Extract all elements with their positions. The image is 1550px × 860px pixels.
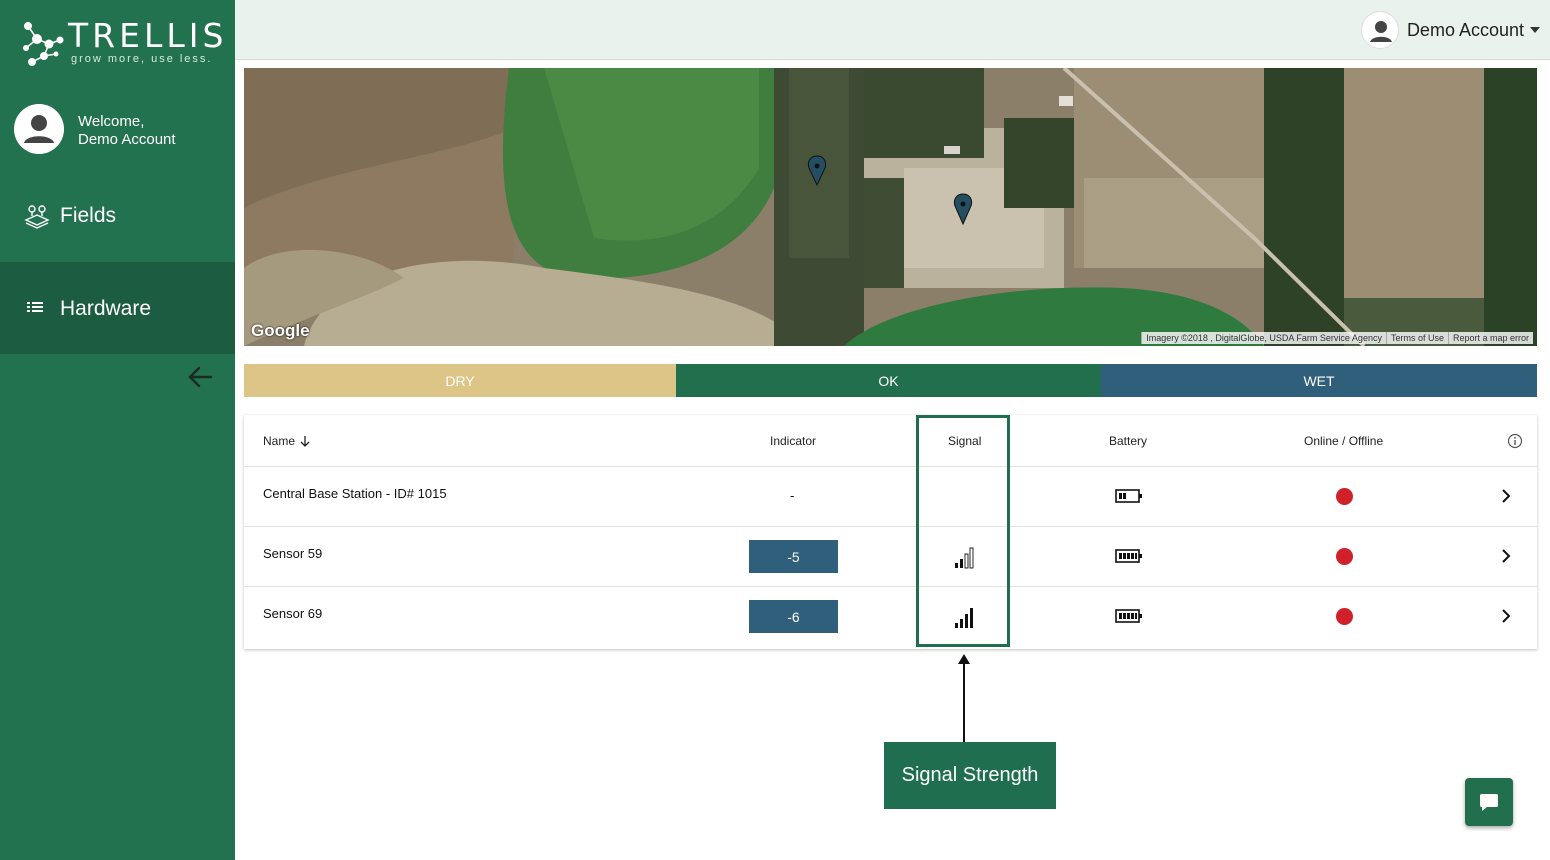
chevron-right-icon[interactable] (1499, 488, 1513, 504)
map-imagery-credit: Imagery ©2018 , DigitalGlobe, USDA Farm … (1141, 332, 1386, 344)
chevron-down-icon (1530, 27, 1540, 33)
table-header: Name Indicator Signal Battery Online / O… (244, 415, 1537, 467)
offline-status-dot (1336, 608, 1353, 625)
indicator-badge: -6 (749, 600, 838, 633)
sidebar-item-label: Fields (60, 204, 117, 227)
moisture-legend: DRY OK WET (244, 364, 1537, 397)
collapse-sidebar-button[interactable] (186, 364, 214, 390)
satellite-map[interactable]: Google Imagery ©2018 , DigitalGlobe, USD… (244, 68, 1537, 346)
sidebar: TRELLIS grow more, use less. Welcome, De… (0, 0, 235, 860)
welcome-greeting: Welcome, (78, 113, 145, 130)
welcome-text: Welcome, Demo Account (78, 113, 176, 149)
device-name: Sensor 59 (263, 546, 323, 561)
chevron-right-icon[interactable] (1499, 548, 1513, 564)
arrow-left-icon (188, 366, 213, 388)
legend-dry[interactable]: DRY (244, 364, 676, 397)
user-avatar-icon (1360, 11, 1399, 49)
logo-dots-icon (23, 22, 64, 66)
table-row[interactable]: Sensor 69 -6 (244, 587, 1537, 647)
map-imagery (244, 68, 1537, 346)
device-name: Sensor 69 (263, 606, 323, 621)
table-row[interactable]: Central Base Station - ID# 1015 - (244, 467, 1537, 527)
map-report-link[interactable]: Report a map error (1447, 332, 1533, 344)
column-header-name: Name (263, 434, 296, 448)
map-attribution: Imagery ©2018 , DigitalGlobe, USDA Farm … (1141, 332, 1533, 344)
sort-by-name-header[interactable]: Name (263, 434, 310, 448)
column-header-signal: Signal (948, 434, 982, 448)
arrow-down-icon (300, 436, 310, 447)
column-header-online-offline: Online / Offline (1304, 434, 1384, 448)
list-icon (27, 302, 43, 312)
brand-name: TRELLIS (68, 16, 228, 55)
account-name: Demo Account (1406, 19, 1524, 40)
sidebar-item-hardware[interactable]: Hardware (0, 262, 235, 354)
signal-strength-icon (955, 608, 973, 628)
chevron-right-icon[interactable] (1499, 608, 1513, 624)
signal-strength-callout: Signal Strength (884, 742, 1056, 809)
hardware-table: Name Indicator Signal Battery Online / O… (244, 415, 1537, 649)
indicator-value: - (790, 488, 795, 503)
map-terms-link[interactable]: Terms of Use (1385, 332, 1448, 344)
battery-full-icon (1115, 549, 1142, 563)
legend-wet[interactable]: WET (1101, 364, 1537, 397)
offline-status-dot (1336, 548, 1353, 565)
brand-tagline: grow more, use less. (71, 53, 213, 65)
google-logo: Google (251, 321, 310, 340)
user-avatar-icon (14, 104, 64, 154)
account-menu[interactable]: Demo Account (1360, 10, 1540, 50)
chat-button[interactable] (1465, 778, 1513, 826)
map-layers-icon (24, 205, 50, 229)
chat-bubble-icon (1480, 794, 1498, 811)
battery-low-icon (1115, 489, 1142, 503)
table-row[interactable]: Sensor 59 -5 (244, 527, 1537, 587)
sidebar-item-label: Hardware (60, 297, 152, 320)
signal-strength-icon (955, 547, 974, 569)
welcome-block: Welcome, Demo Account (14, 104, 224, 156)
battery-full-icon (1115, 609, 1142, 623)
app-root: TRELLIS grow more, use less. Welcome, De… (0, 0, 1550, 860)
legend-ok[interactable]: OK (676, 364, 1101, 397)
top-bar: Demo Account (235, 0, 1550, 60)
indicator-badge: -5 (749, 540, 838, 573)
column-header-battery: Battery (1109, 434, 1148, 448)
info-icon[interactable] (1507, 433, 1523, 449)
sidebar-item-fields[interactable]: Fields (0, 170, 235, 262)
trellis-logo[interactable]: TRELLIS grow more, use less. (20, 18, 223, 70)
offline-status-dot (1336, 488, 1353, 505)
welcome-username: Demo Account (78, 131, 176, 148)
device-name: Central Base Station - ID# 1015 (263, 486, 447, 501)
column-header-indicator: Indicator (770, 434, 817, 448)
annotation-arrow-line (963, 662, 965, 742)
